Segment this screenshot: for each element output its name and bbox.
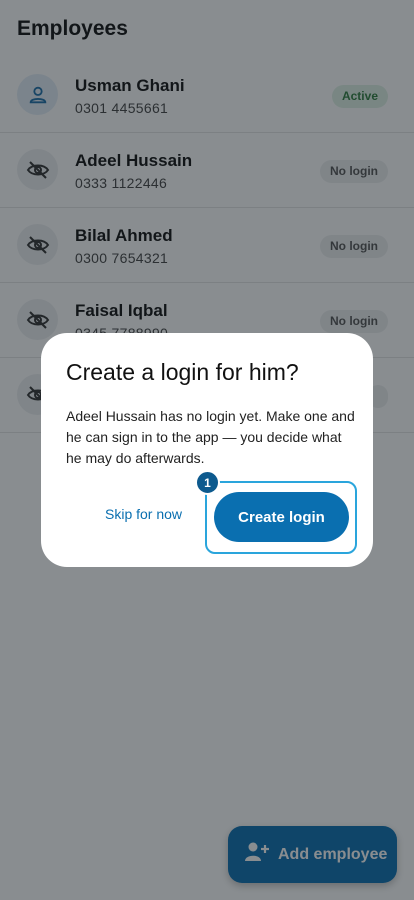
dialog-title: Create a login for him? [66, 359, 299, 385]
create-login-button[interactable]: Create login [214, 492, 349, 542]
dialog-message: Adeel Hussain has no login yet. Make one… [66, 408, 355, 466]
create-login-dialog: Create a login for him? Adeel Hussain ha… [41, 333, 373, 567]
skip-button[interactable]: Skip for now [105, 506, 182, 522]
step-number-badge: 1 [195, 470, 220, 495]
